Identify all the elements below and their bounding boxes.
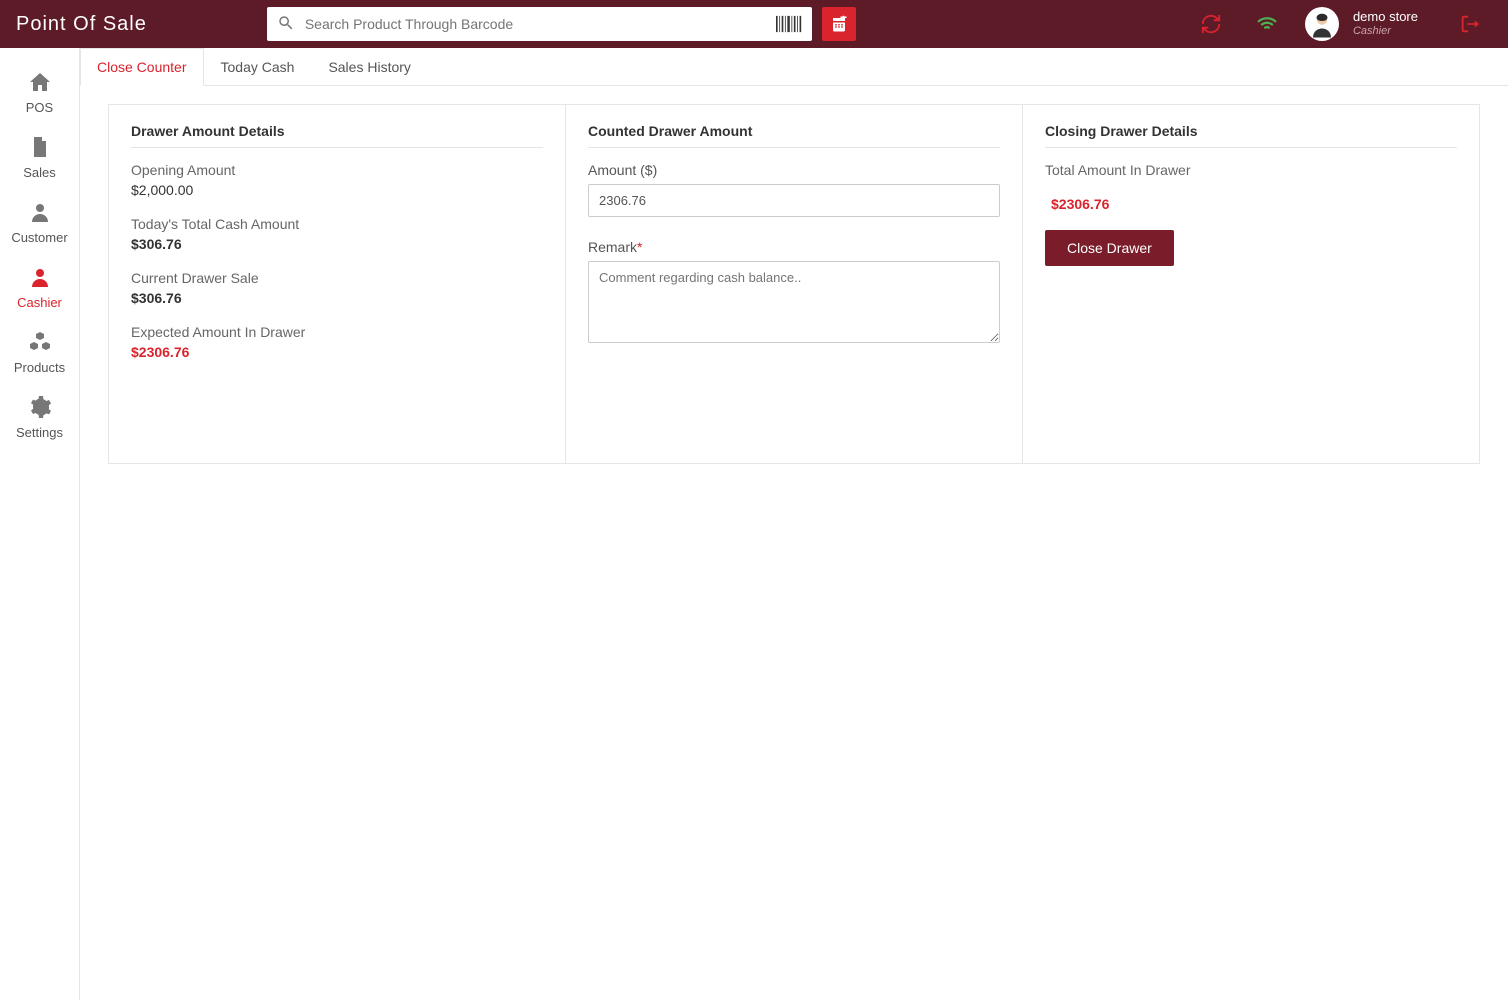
app-title: Point Of Sale: [16, 13, 147, 36]
tab-sales-history[interactable]: Sales History: [311, 48, 427, 86]
sidebar-item-cashier[interactable]: Cashier: [0, 257, 79, 322]
panel-heading: Drawer Amount Details: [131, 123, 543, 148]
search-icon: [277, 14, 305, 35]
opening-amount-label: Opening Amount: [131, 162, 543, 178]
expected-label: Expected Amount In Drawer: [131, 324, 543, 340]
boxes-icon: [28, 330, 52, 354]
sidebar-item-label: Customer: [11, 230, 67, 245]
tabs: Close Counter Today Cash Sales History: [80, 48, 1508, 86]
sidebar-item-settings[interactable]: Settings: [0, 387, 79, 452]
tab-today-cash[interactable]: Today Cash: [204, 48, 312, 86]
file-icon: [28, 135, 52, 159]
user-info: demo store Cashier: [1353, 10, 1418, 38]
user-role: Cashier: [1353, 25, 1418, 38]
sidebar-item-label: POS: [26, 100, 53, 115]
amount-input[interactable]: [588, 184, 1000, 217]
total-value: $2306.76: [1045, 196, 1457, 212]
sidebar-item-label: Cashier: [17, 295, 62, 310]
home-icon: [28, 70, 52, 94]
panel-heading: Closing Drawer Details: [1045, 123, 1457, 148]
search-input[interactable]: [305, 16, 776, 32]
logout-icon[interactable]: [1458, 12, 1482, 36]
sidebar-item-products[interactable]: Products: [0, 322, 79, 387]
sidebar: POS Sales Customer Cashier Products Sett…: [0, 48, 80, 1000]
drawer-amount-details-panel: Drawer Amount Details Opening Amount $2,…: [108, 104, 566, 464]
cashier-icon: [28, 265, 52, 289]
tab-close-counter[interactable]: Close Counter: [80, 48, 204, 86]
sync-icon[interactable]: [1199, 12, 1223, 36]
amount-label: Amount ($): [588, 162, 1000, 178]
current-sale-label: Current Drawer Sale: [131, 270, 543, 286]
barcode-icon[interactable]: [776, 14, 802, 34]
top-header: Point Of Sale demo store Cashier: [0, 0, 1508, 48]
opening-amount-value: $2,000.00: [131, 182, 543, 198]
gear-icon: [28, 395, 52, 419]
panel-heading: Counted Drawer Amount: [588, 123, 1000, 148]
content-area: Close Counter Today Cash Sales History D…: [80, 48, 1508, 1000]
remark-label: Remark*: [588, 239, 1000, 255]
counted-drawer-panel: Counted Drawer Amount Amount ($) Remark*: [566, 104, 1023, 464]
total-label: Total Amount In Drawer: [1045, 162, 1457, 178]
sidebar-item-label: Settings: [16, 425, 63, 440]
search-wrapper: [267, 7, 812, 41]
today-cash-value: $306.76: [131, 236, 543, 252]
expected-value: $2306.76: [131, 344, 543, 360]
today-cash-label: Today's Total Cash Amount: [131, 216, 543, 232]
calculator-button[interactable]: [822, 7, 856, 41]
sidebar-item-label: Sales: [23, 165, 56, 180]
user-icon: [28, 200, 52, 224]
sidebar-item-label: Products: [14, 360, 65, 375]
closing-drawer-panel: Closing Drawer Details Total Amount In D…: [1023, 104, 1480, 464]
close-drawer-button[interactable]: Close Drawer: [1045, 230, 1174, 266]
current-sale-value: $306.76: [131, 290, 543, 306]
avatar[interactable]: [1305, 7, 1339, 41]
remark-textarea[interactable]: [588, 261, 1000, 343]
sidebar-item-sales[interactable]: Sales: [0, 127, 79, 192]
user-name: demo store: [1353, 10, 1418, 25]
sidebar-item-pos[interactable]: POS: [0, 62, 79, 127]
sidebar-item-customer[interactable]: Customer: [0, 192, 79, 257]
wifi-icon: [1255, 12, 1279, 36]
